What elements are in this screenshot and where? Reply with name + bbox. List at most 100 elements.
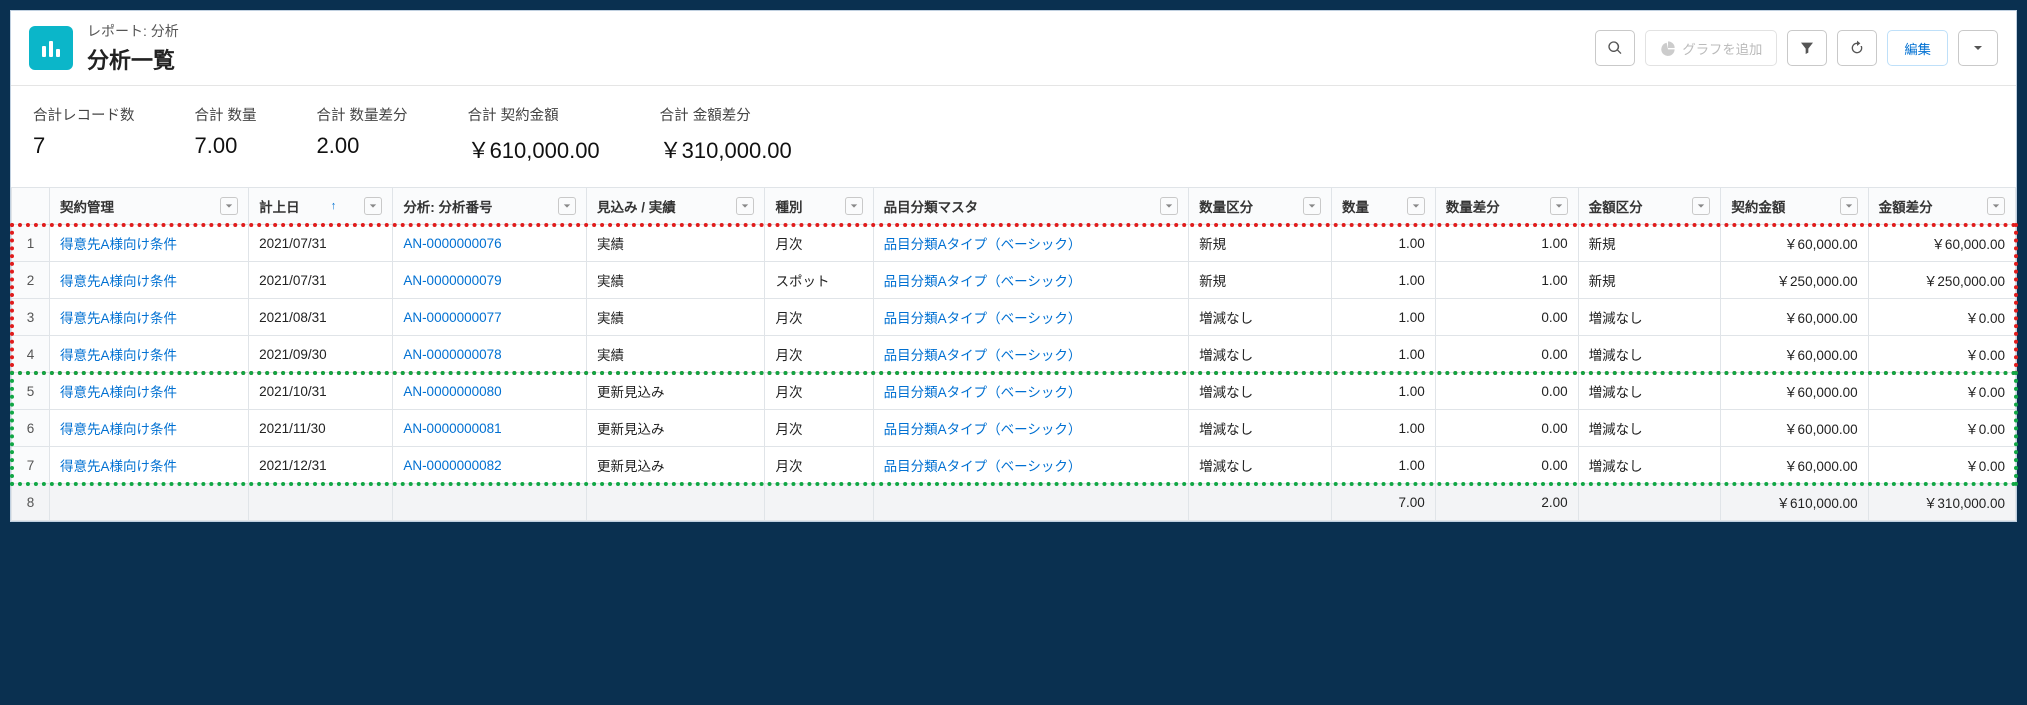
cell-contract: 得意先A様向け条件	[50, 447, 249, 484]
search-button[interactable]	[1595, 30, 1635, 66]
col-label: 見込み / 実績	[597, 196, 676, 216]
cell-qty-diff: 0.00	[1435, 373, 1578, 410]
metric-qty-diff-total: 合計 数量差分 2.00	[317, 104, 408, 165]
cell-date: 2021/07/31	[249, 225, 393, 262]
cell-forecast: 更新見込み	[586, 373, 765, 410]
metric-value: ￥310,000.00	[660, 133, 792, 165]
item-master-link[interactable]: 品目分類Aタイプ（ベーシック）	[884, 385, 1082, 400]
item-master-link[interactable]: 品目分類Aタイプ（ベーシック）	[884, 422, 1082, 437]
column-filter-button[interactable]	[1303, 197, 1321, 215]
cell-qty-class: 新規	[1189, 225, 1332, 262]
contract-link[interactable]: 得意先A様向け条件	[60, 274, 177, 289]
cell-forecast: 実績	[586, 299, 765, 336]
analysis-link[interactable]: AN-0000000077	[403, 310, 501, 325]
cell-date: 2021/11/30	[249, 410, 393, 447]
cell-contract-amt: ￥60,000.00	[1721, 410, 1868, 447]
summary-metrics: 合計レコード数 7 合計 数量 7.00 合計 数量差分 2.00 合計 契約金…	[11, 86, 2016, 187]
cell-qty: 1.00	[1331, 262, 1435, 299]
add-chart-button[interactable]: グラフを追加	[1645, 30, 1777, 66]
contract-link[interactable]: 得意先A様向け条件	[60, 237, 177, 252]
item-master-link[interactable]: 品目分類Aタイプ（ベーシック）	[884, 348, 1082, 363]
column-filter-button[interactable]	[845, 197, 863, 215]
cell-contract: 得意先A様向け条件	[50, 410, 249, 447]
col-amt-diff[interactable]: 金額差分	[1868, 188, 2015, 225]
item-master-link[interactable]: 品目分類Aタイプ（ベーシック）	[884, 311, 1082, 326]
contract-link[interactable]: 得意先A様向け条件	[60, 348, 177, 363]
column-filter-button[interactable]	[220, 197, 238, 215]
table-row: 4得意先A様向け条件2021/09/30AN-0000000078実績月次品目分…	[12, 336, 2016, 373]
column-filter-button[interactable]	[1840, 197, 1858, 215]
column-filter-button[interactable]	[1550, 197, 1568, 215]
analysis-link[interactable]: AN-0000000081	[403, 421, 501, 436]
cell-qty: 1.00	[1331, 447, 1435, 484]
col-kind[interactable]: 種別	[765, 188, 873, 225]
metric-label: 合計 数量	[195, 104, 257, 125]
cell-amt-class: 増減なし	[1578, 373, 1721, 410]
cell-date: 2021/08/31	[249, 299, 393, 336]
table-row: 7得意先A様向け条件2021/12/31AN-0000000082更新見込み月次…	[12, 447, 2016, 484]
cell-amt-diff: ￥0.00	[1868, 373, 2015, 410]
cell-qty: 1.00	[1331, 373, 1435, 410]
row-number: 5	[12, 373, 50, 410]
col-contract[interactable]: 契約管理	[50, 188, 249, 225]
cell-qty: 1.00	[1331, 299, 1435, 336]
metric-amt-diff-total: 合計 金額差分 ￥310,000.00	[660, 104, 792, 165]
col-label: 数量	[1342, 196, 1369, 216]
cell-forecast: 更新見込み	[586, 410, 765, 447]
column-filter-button[interactable]	[1987, 197, 2005, 215]
refresh-icon	[1849, 40, 1865, 56]
cell-contract: 得意先A様向け条件	[50, 373, 249, 410]
col-label: 契約管理	[60, 196, 114, 216]
col-amt-class[interactable]: 金額区分	[1578, 188, 1721, 225]
cell-amt-class: 増減なし	[1578, 410, 1721, 447]
column-filter-button[interactable]	[1692, 197, 1710, 215]
chevron-down-icon	[1412, 202, 1420, 210]
col-contract-amt[interactable]: 契約金額	[1721, 188, 1868, 225]
cell-qty-diff: 0.00	[1435, 410, 1578, 447]
col-date[interactable]: 計上日↑	[249, 188, 393, 225]
column-filter-button[interactable]	[558, 197, 576, 215]
contract-link[interactable]: 得意先A様向け条件	[60, 422, 177, 437]
cell-qty-diff: 0.00	[1435, 447, 1578, 484]
contract-link[interactable]: 得意先A様向け条件	[60, 311, 177, 326]
cell-amt-diff: ￥60,000.00	[1868, 225, 2015, 262]
cell-contract: 得意先A様向け条件	[50, 336, 249, 373]
chevron-down-icon	[1845, 202, 1853, 210]
column-filter-button[interactable]	[736, 197, 754, 215]
edit-button[interactable]: 編集	[1887, 30, 1948, 66]
chevron-down-icon	[563, 202, 571, 210]
contract-link[interactable]: 得意先A様向け条件	[60, 385, 177, 400]
col-label: 種別	[775, 196, 802, 216]
analysis-link[interactable]: AN-0000000080	[403, 384, 501, 399]
cell-contract-amt-total: ￥610,000.00	[1721, 484, 1868, 521]
col-item-master[interactable]: 品目分類マスタ	[873, 188, 1189, 225]
cell-date: 2021/10/31	[249, 373, 393, 410]
refresh-button[interactable]	[1837, 30, 1877, 66]
more-button[interactable]	[1958, 30, 1998, 66]
contract-link[interactable]: 得意先A様向け条件	[60, 459, 177, 474]
table-row: 6得意先A様向け条件2021/11/30AN-0000000081更新見込み月次…	[12, 410, 2016, 447]
column-filter-button[interactable]	[364, 197, 382, 215]
analysis-link[interactable]: AN-0000000076	[403, 236, 501, 251]
item-master-link[interactable]: 品目分類Aタイプ（ベーシック）	[884, 459, 1082, 474]
filter-button[interactable]	[1787, 30, 1827, 66]
funnel-icon	[1799, 40, 1815, 56]
metric-label: 合計 数量差分	[317, 104, 408, 125]
analysis-link[interactable]: AN-0000000079	[403, 273, 501, 288]
col-label: 計上日	[259, 196, 300, 216]
column-filter-button[interactable]	[1160, 197, 1178, 215]
cell-qty-diff-total: 2.00	[1435, 484, 1578, 521]
col-forecast[interactable]: 見込み / 実績	[586, 188, 765, 225]
analysis-link[interactable]: AN-0000000078	[403, 347, 501, 362]
col-qty-class[interactable]: 数量区分	[1189, 188, 1332, 225]
analysis-link[interactable]: AN-0000000082	[403, 458, 501, 473]
table-row: 2得意先A様向け条件2021/07/31AN-0000000079実績スポット品…	[12, 262, 2016, 299]
column-filter-button[interactable]	[1407, 197, 1425, 215]
item-master-link[interactable]: 品目分類Aタイプ（ベーシック）	[884, 237, 1082, 252]
col-qty[interactable]: 数量	[1331, 188, 1435, 225]
item-master-link[interactable]: 品目分類Aタイプ（ベーシック）	[884, 274, 1082, 289]
cell-kind: 月次	[765, 447, 873, 484]
col-analysis-no[interactable]: 分析: 分析番号	[393, 188, 587, 225]
cell-kind: 月次	[765, 225, 873, 262]
col-qty-diff[interactable]: 数量差分	[1435, 188, 1578, 225]
